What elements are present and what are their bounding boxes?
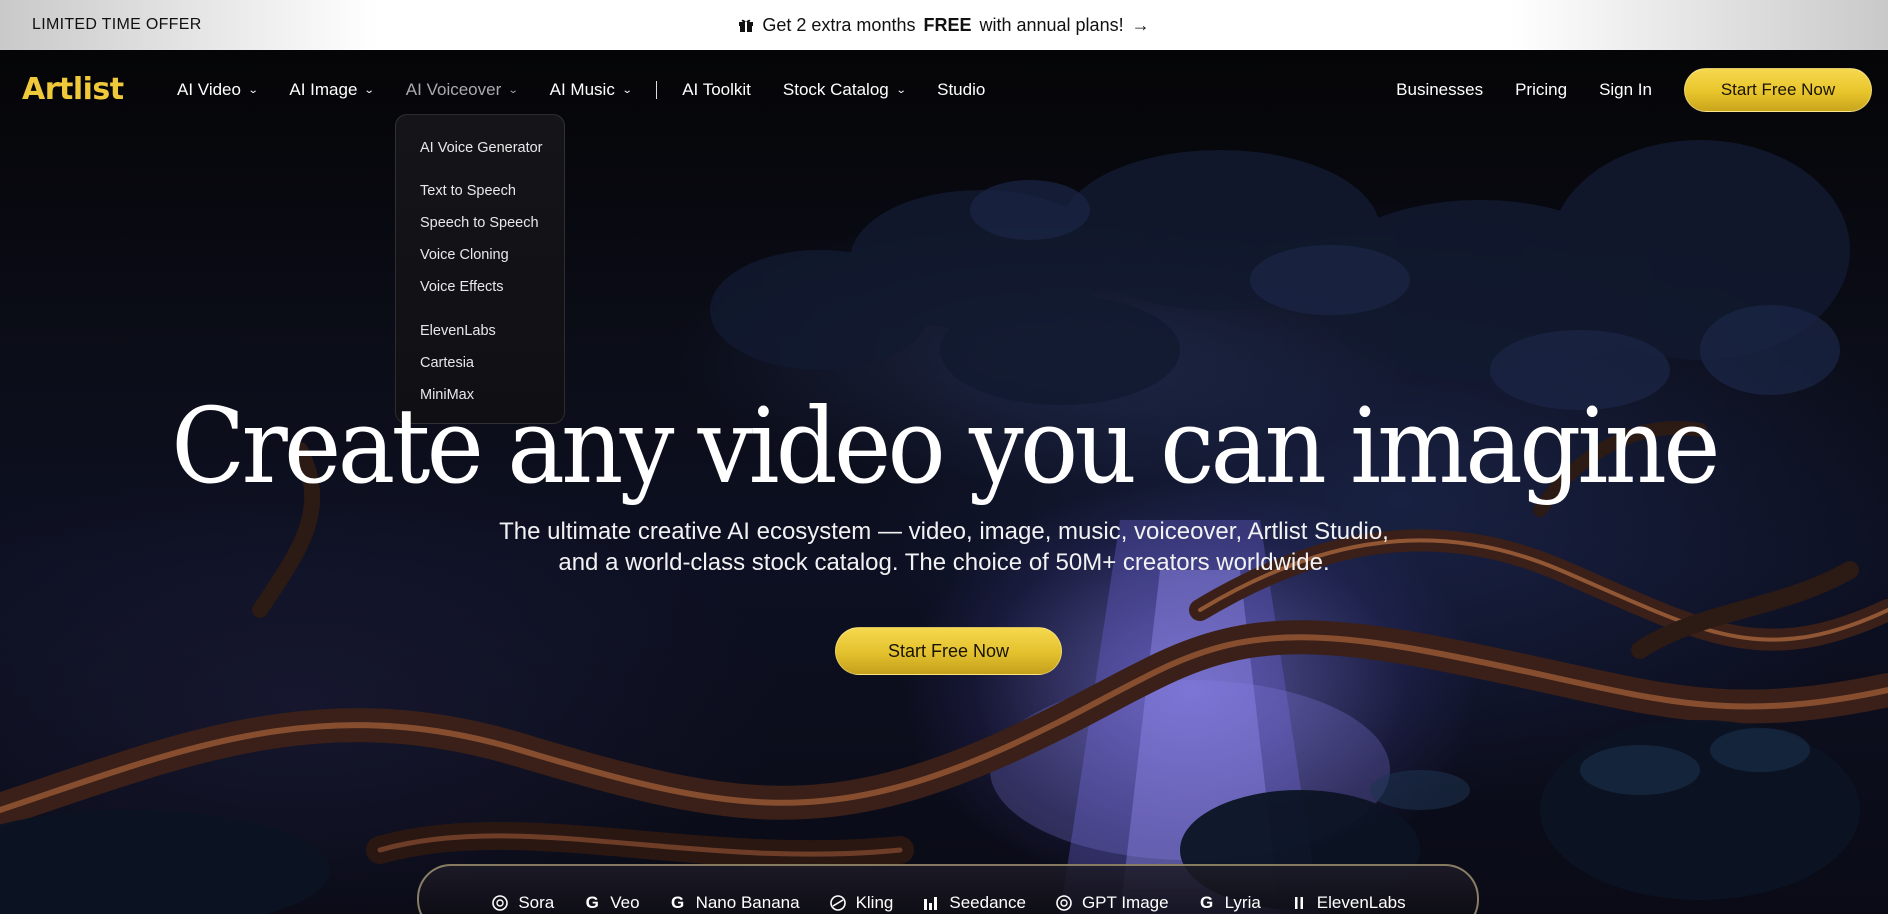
kling-icon bbox=[828, 893, 848, 913]
model-label: GPT Image bbox=[1081, 893, 1169, 912]
chevron-down-icon: ⌄ bbox=[247, 84, 259, 96]
model-kling[interactable]: Kling bbox=[828, 893, 894, 913]
model-sora[interactable]: Sora bbox=[490, 893, 554, 913]
nav-ai-music-label: AI Music bbox=[549, 80, 615, 99]
model-lyria[interactable]: G Lyria bbox=[1197, 893, 1261, 913]
nav-ai-image-label: AI Image bbox=[289, 80, 358, 99]
gift-icon bbox=[738, 17, 754, 33]
chevron-down-icon: ⌄ bbox=[621, 84, 633, 96]
model-label: ElevenLabs bbox=[1316, 893, 1406, 912]
promo-text-bold: FREE bbox=[923, 14, 972, 35]
nav-stock-catalog-label: Stock Catalog bbox=[782, 80, 889, 99]
nav-ai-voiceover-label: AI Voiceover bbox=[405, 80, 502, 99]
nav-ai-video-label: AI Video bbox=[177, 80, 241, 99]
nav-ai-music[interactable]: AI Music ⌄ bbox=[549, 80, 633, 100]
elevenlabs-icon bbox=[1289, 893, 1309, 913]
hero-subheadline-line-2: and a world-class stock catalog. The cho… bbox=[558, 549, 1330, 576]
nav-divider bbox=[656, 81, 658, 99]
model-elevenlabs[interactable]: ElevenLabs bbox=[1289, 893, 1406, 913]
menu-item-text-to-speech[interactable]: Text to Speech bbox=[420, 175, 564, 207]
ai-voiceover-dropdown: AI Voice Generator Text to Speech Speech… bbox=[395, 114, 565, 424]
promo-banner[interactable]: LIMITED TIME OFFER Get 2 extra months FR… bbox=[0, 0, 1888, 50]
nav-pricing[interactable]: Pricing bbox=[1515, 80, 1567, 100]
chevron-down-icon: ⌄ bbox=[895, 84, 907, 96]
model-label: Nano Banana bbox=[695, 893, 800, 912]
model-label: Veo bbox=[610, 893, 640, 912]
nav-studio-label: Studio bbox=[937, 80, 986, 99]
nav-left: AI Video ⌄ AI Image ⌄ AI Voiceover ⌄ AI … bbox=[177, 50, 1017, 130]
hero-subheadline: The ultimate creative AI ecosystem — vid… bbox=[0, 516, 1888, 578]
nav-right: Businesses Pricing Sign In Start Free No… bbox=[1396, 50, 1872, 130]
model-gpt-image[interactable]: GPT Image bbox=[1054, 893, 1169, 913]
model-nano-banana[interactable]: G Nano Banana bbox=[668, 893, 800, 913]
hero-headline: Create any video you can imagine bbox=[171, 385, 1720, 507]
menu-spacer bbox=[420, 163, 564, 175]
ai-models-bar: Sora G Veo G Nano Banana Kling Seedance … bbox=[417, 864, 1479, 914]
seedance-icon bbox=[921, 893, 941, 913]
google-icon: G bbox=[670, 893, 685, 912]
model-label: Kling bbox=[855, 893, 894, 912]
model-veo[interactable]: G Veo bbox=[582, 893, 640, 913]
nav-businesses[interactable]: Businesses bbox=[1396, 80, 1483, 100]
start-free-now-button-hero[interactable]: Start Free Now bbox=[835, 627, 1062, 675]
menu-item-speech-to-speech[interactable]: Speech to Speech bbox=[420, 207, 564, 239]
nav-ai-voiceover[interactable]: AI Voiceover ⌄ bbox=[405, 80, 519, 100]
model-label: Lyria bbox=[1224, 893, 1261, 912]
nav-ai-image[interactable]: AI Image ⌄ bbox=[289, 80, 376, 100]
nav-ai-toolkit[interactable]: AI Toolkit bbox=[682, 80, 751, 100]
promo-message[interactable]: Get 2 extra months FREE with annual plan… bbox=[0, 0, 1888, 50]
artlist-logo[interactable]: Artlist bbox=[22, 72, 124, 107]
menu-item-voice-cloning[interactable]: Voice Cloning bbox=[420, 239, 564, 271]
menu-item-ai-voice-generator[interactable]: AI Voice Generator bbox=[420, 133, 564, 163]
start-free-now-button-nav[interactable]: Start Free Now bbox=[1684, 68, 1872, 112]
nav-stock-catalog[interactable]: Stock Catalog ⌄ bbox=[782, 80, 907, 100]
main-nav: Artlist AI Video ⌄ AI Image ⌄ AI Voiceov… bbox=[0, 50, 1888, 130]
chevron-down-icon: ⌄ bbox=[507, 84, 519, 96]
model-seedance[interactable]: Seedance bbox=[921, 893, 1026, 913]
google-icon: G bbox=[585, 893, 599, 912]
hero-subheadline-line-1: The ultimate creative AI ecosystem — vid… bbox=[499, 518, 1389, 545]
openai-icon bbox=[490, 893, 510, 913]
promo-text-suffix: with annual plans! bbox=[979, 14, 1124, 35]
nav-sign-in[interactable]: Sign In bbox=[1599, 80, 1652, 100]
google-icon: G bbox=[1199, 893, 1214, 912]
chevron-down-icon: ⌄ bbox=[364, 84, 376, 96]
nav-ai-video[interactable]: AI Video ⌄ bbox=[177, 80, 259, 100]
nav-ai-toolkit-label: AI Toolkit bbox=[682, 80, 751, 99]
menu-item-cartesia[interactable]: Cartesia bbox=[420, 347, 564, 379]
promo-text-prefix: Get 2 extra months bbox=[762, 14, 916, 35]
menu-item-voice-effects[interactable]: Voice Effects bbox=[420, 271, 564, 303]
menu-spacer bbox=[420, 303, 564, 315]
model-label: Sora bbox=[518, 893, 555, 912]
model-label: Seedance bbox=[949, 893, 1026, 912]
arrow-right-icon: → bbox=[1131, 14, 1150, 35]
nav-studio[interactable]: Studio bbox=[937, 80, 985, 100]
openai-icon bbox=[1054, 893, 1074, 913]
menu-item-elevenlabs[interactable]: ElevenLabs bbox=[420, 315, 564, 347]
